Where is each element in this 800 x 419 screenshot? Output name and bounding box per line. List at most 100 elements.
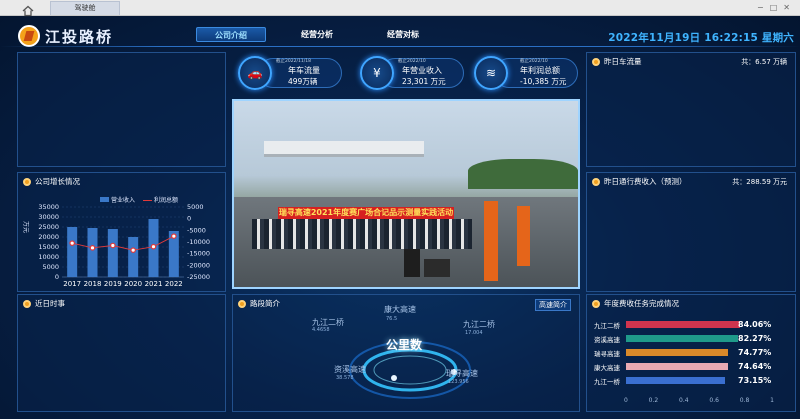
task-panel-title: 年度费收任务完成情况 [604, 299, 679, 308]
company-logo: 江投路桥 [18, 24, 113, 48]
company-name: 江投路桥 [45, 27, 114, 46]
task-row-label: 康大高速 [594, 364, 620, 372]
bar-revenue [87, 228, 98, 277]
task-row-percent: 84.06% [738, 320, 772, 329]
news-panel-header: 近日时事 [23, 298, 65, 309]
car-icon: 🚗 [238, 56, 272, 90]
point-profit [171, 233, 177, 239]
nav-tab-business-analysis[interactable]: 经营分析 [282, 27, 352, 42]
traffic-total: 共：6.57 万辆 [741, 58, 787, 66]
stat-label: 年营业收入 [402, 66, 442, 75]
x-tick-label: 2019 [104, 280, 122, 288]
close-icon: ✕ [783, 3, 796, 12]
nav-tab-business-benchmark[interactable]: 经营对标 [368, 27, 438, 42]
road-label[interactable]: 瑞寻高速 [446, 368, 478, 379]
toll-panel-header: 昨日通行费收入（预测） [592, 176, 687, 187]
yen-icon: ¥ [360, 56, 394, 90]
task-row-label: 资溪高速 [594, 336, 620, 344]
task-axis-tick: 0.8 [739, 397, 750, 404]
y2-tick-label: 5000 [187, 203, 204, 211]
y2-tick-label: 0 [187, 215, 191, 223]
bar-revenue [128, 237, 139, 277]
task-axis-tick: 0.4 [679, 397, 689, 404]
task-bar [626, 321, 741, 328]
y-tick-label: 5000 [42, 263, 59, 271]
gear-icon [23, 299, 31, 308]
datetime-clock: 2022年11月19日 16:22:15 星期六 [608, 32, 794, 44]
stat-value: 499万辆 [288, 77, 318, 86]
line-profit [72, 235, 175, 251]
road-number: 38.578 [336, 375, 354, 381]
company-event-photo: 瑞寻高速2021年度赛广场合记品示测量实践活动 [232, 99, 580, 289]
logo-emblem-icon [18, 25, 40, 47]
task-row: 瑞寻高速 74.77% [594, 348, 784, 358]
task-row: 九江二桥 84.06% [594, 320, 784, 330]
x-tick-label: 2022 [165, 280, 183, 288]
gear-icon [238, 299, 246, 308]
y-tick-label: 10000 [38, 253, 59, 261]
toll-station-image [264, 141, 424, 157]
x-tick-label: 2021 [145, 280, 163, 288]
task-row-percent: 74.64% [738, 362, 772, 371]
browser-tab[interactable]: 驾驶舱 [50, 1, 120, 15]
road-number: 4.4658 [312, 327, 330, 333]
point-profit [89, 245, 96, 251]
toll-panel-title: 昨日通行费收入（预测） [604, 177, 687, 186]
photo-crowd [252, 219, 472, 249]
task-bar [626, 363, 728, 370]
gear-icon [592, 57, 600, 66]
x-tick-label: 2017 [63, 280, 81, 288]
y-tick-label: 15000 [38, 243, 59, 251]
toll-panel: 昨日通行费收入（预测） 共：288.59 万元 [586, 172, 796, 292]
road-panel-title: 路段简介 [250, 299, 280, 308]
coin-icon: ≋ [474, 56, 508, 90]
stat-label: 年利润总额 [520, 66, 560, 75]
stat-label: 年车流量 [288, 66, 320, 75]
road-label[interactable]: 九江二桥 [463, 319, 495, 330]
task-row-percent: 74.77% [738, 348, 772, 357]
task-bar [626, 335, 738, 342]
task-chart-axis: 0 0.2 0.4 0.6 0.8 1 [624, 397, 774, 404]
stat-value: -10,385 万元 [520, 77, 567, 86]
task-row-label: 瑞寻高速 [594, 350, 620, 358]
y2-tick-label: -25000 [187, 273, 210, 281]
road-label[interactable]: 资溪高速 [334, 364, 366, 375]
traffic-panel: 昨日车流量 共：6.57 万辆 [586, 52, 796, 167]
task-row: 资溪高速 82.27% [594, 334, 784, 344]
top-left-panel [17, 52, 226, 167]
road-map-center-label: 公里数 [386, 338, 423, 352]
road-number: 17.004 [465, 330, 483, 336]
stat-profit: ≋ 截止2022/10 年利润总额 -10,385 万元 [474, 56, 578, 90]
y-tick-label: 25000 [38, 223, 59, 231]
point-profit [150, 243, 157, 250]
window-controls[interactable]: −□✕ [757, 3, 796, 12]
nav-tab-company-intro[interactable]: 公司介绍 [196, 27, 266, 42]
task-bar [626, 349, 728, 356]
point-profit [110, 242, 116, 249]
y2-tick-label: -20000 [187, 261, 210, 269]
bar-revenue [67, 227, 78, 277]
y2-tick-label: -5000 [187, 226, 206, 234]
task-row-label: 九江二桥 [594, 322, 620, 330]
y-tick-label: 30000 [38, 213, 59, 221]
news-panel-title: 近日时事 [35, 299, 65, 308]
y2-tick-label: -10000 [187, 238, 210, 246]
x-tick-label: 2018 [84, 280, 102, 288]
y-tick-label: 0 [55, 273, 59, 281]
traffic-panel-title: 昨日车流量 [604, 57, 642, 66]
stat-date: 截止2022/10 [398, 59, 426, 64]
minimize-icon: − [757, 3, 770, 12]
news-panel: 近日时事 [17, 294, 226, 412]
road-panel-header: 路段简介 [238, 298, 280, 309]
task-panel-header: 年度费收任务完成情况 [592, 298, 679, 309]
maximize-icon: □ [769, 3, 784, 12]
road-label[interactable]: 康大高速 [384, 304, 416, 315]
y-tick-label: 35000 [38, 203, 59, 211]
point-profit [130, 247, 136, 253]
browser-tab-bar: 驾驶舱 −□✕ [0, 0, 800, 17]
home-icon[interactable] [22, 2, 34, 17]
y2-tick-label: -15000 [187, 250, 210, 258]
task-row: 九江一桥 73.15% [594, 376, 784, 386]
stat-traffic: 🚗 截止2022/11/18 年车流量 499万辆 [238, 56, 342, 90]
highway-intro-tab[interactable]: 高速简介 [535, 299, 571, 311]
